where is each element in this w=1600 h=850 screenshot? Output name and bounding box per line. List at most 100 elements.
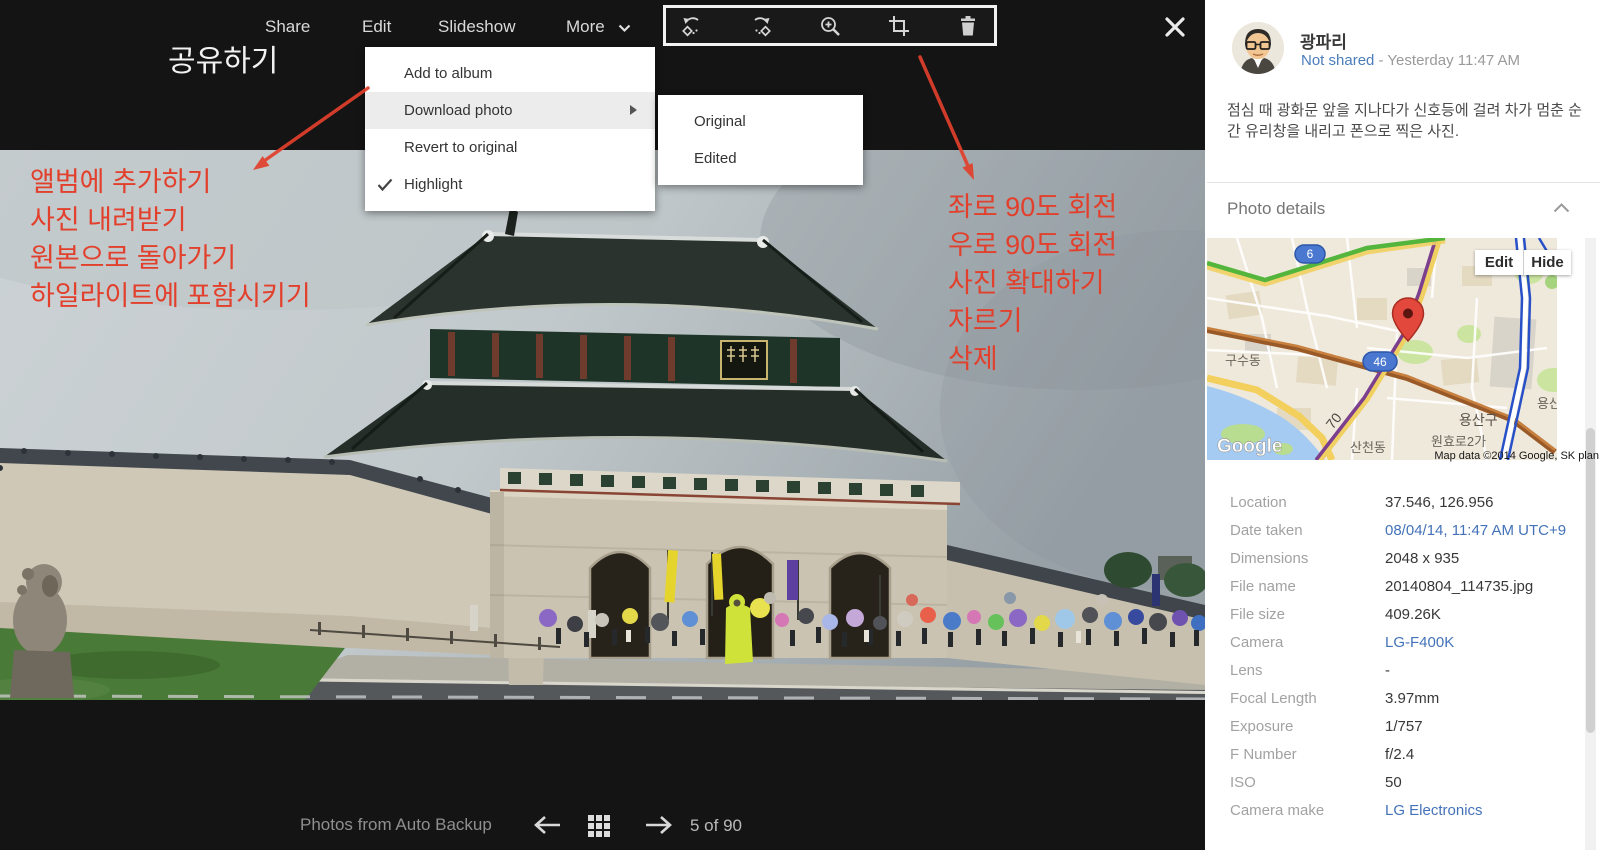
annotation-line: 원본으로 돌아가기 (30, 239, 311, 277)
rotate-right-icon[interactable] (748, 13, 774, 39)
submenu-arrow-icon (630, 105, 637, 115)
menu-item-download-photo[interactable]: Download photo (365, 92, 655, 129)
submenu-item-edited[interactable]: Edited (658, 140, 863, 177)
crop-icon[interactable] (886, 13, 912, 39)
submenu-item-original[interactable]: Original (658, 103, 863, 140)
avatar[interactable] (1232, 22, 1284, 74)
chevron-down-icon (618, 24, 631, 33)
annotation-line: 앨범에 추가하기 (30, 163, 311, 201)
close-icon[interactable] (1163, 15, 1187, 39)
menu-item-label: Highlight (404, 176, 462, 193)
detail-label: Location (1230, 493, 1385, 512)
annotation-left-list: 앨범에 추가하기 사진 내려받기 원본으로 돌아가기 하일라이트에 포함시키기 (30, 163, 311, 315)
menu-item-highlight[interactable]: Highlight (365, 166, 655, 203)
annotation-share-korean: 공유하기 (168, 36, 278, 80)
detail-label: Exposure (1230, 717, 1385, 736)
detail-label: Date taken (1230, 521, 1385, 540)
timestamp: - Yesterday 11:47 AM (1374, 52, 1520, 69)
next-photo-icon[interactable] (641, 813, 675, 837)
annotation-line: 삭제 (948, 340, 1117, 378)
user-name[interactable]: 광파리 (1300, 28, 1347, 53)
detail-row-dimensions: Dimensions 2048 x 935 (1230, 549, 1585, 568)
detail-value: 20140804_114735.jpg (1385, 577, 1585, 596)
annotation-line: 사진 내려받기 (30, 201, 311, 239)
route-badge-46-label: 46 (1373, 355, 1387, 369)
detail-value-link[interactable]: LG-F400K (1385, 633, 1585, 652)
detail-row-date-taken: Date taken 08/04/14, 11:47 AM UTC+9 (1230, 521, 1585, 540)
divider (1207, 182, 1600, 183)
detail-row-camera-make: Camera make LG Electronics (1230, 801, 1585, 820)
annotation-line: 자르기 (948, 302, 1117, 340)
google-logo: Google (1217, 436, 1282, 457)
map-edit-button[interactable]: Edit (1475, 250, 1523, 275)
menu-share[interactable]: Share (265, 17, 310, 37)
collapse-chevron-up-icon[interactable] (1553, 203, 1570, 213)
map-label-yongsan-gu: 용산구 (1459, 412, 1498, 428)
menu-item-add-to-album[interactable]: Add to album (365, 55, 655, 92)
delete-icon[interactable] (955, 13, 981, 39)
detail-row-file-name: File name 20140804_114735.jpg (1230, 577, 1585, 596)
detail-value-link[interactable]: LG Electronics (1385, 801, 1585, 820)
photo-details-title: Photo details (1227, 199, 1325, 219)
detail-value: 37.546, 126.956 (1385, 493, 1585, 512)
photo-viewer-screen: Share Edit Slideshow More (0, 0, 1600, 850)
detail-value: 50 (1385, 773, 1585, 792)
detail-label: Camera make (1230, 801, 1385, 820)
detail-value-link[interactable]: 08/04/14, 11:47 AM UTC+9 (1385, 521, 1585, 540)
annotation-line: 하일라이트에 포함시키기 (30, 277, 311, 315)
detail-row-camera: Camera LG-F400K (1230, 633, 1585, 652)
map-label-gusu-dong: 구수동 (1225, 353, 1261, 368)
annotation-line: 사진 확대하기 (948, 264, 1117, 302)
menu-item-revert-to-original[interactable]: Revert to original (365, 129, 655, 166)
rotate-left-icon[interactable] (679, 13, 705, 39)
menu-edit[interactable]: Edit (362, 17, 391, 37)
detail-row-lens: Lens - (1230, 661, 1585, 680)
share-status: Not shared (1301, 52, 1374, 69)
detail-value: 409.26K (1385, 605, 1585, 624)
photo-viewer: Share Edit Slideshow More (0, 0, 1205, 850)
map-buttons: Edit Hide (1475, 250, 1571, 275)
detail-label: File size (1230, 605, 1385, 624)
detail-value: f/2.4 (1385, 745, 1585, 764)
annotation-line: 우로 90도 회전 (948, 226, 1117, 264)
map-label-sancheon-dong: 산천동 (1350, 440, 1386, 455)
detail-row-location: Location 37.546, 126.956 (1230, 493, 1585, 512)
zoom-in-icon[interactable] (817, 13, 843, 39)
photo-description: 점심 때 광화문 앞을 지나다가 신호등에 걸려 차가 멈춘 순간 유리창을 내… (1227, 100, 1585, 142)
detail-label: Lens (1230, 661, 1385, 680)
detail-row-iso: ISO 50 (1230, 773, 1585, 792)
detail-value: 3.97mm (1385, 689, 1585, 708)
map-label-wonhyoro-2ga: 원효로2가 (1431, 434, 1486, 449)
detail-label: F Number (1230, 745, 1385, 764)
photo-counter: 5 of 90 (690, 816, 742, 836)
detail-row-focal-length: Focal Length 3.97mm (1230, 689, 1585, 708)
download-submenu: Original Edited (658, 95, 863, 185)
checkmark-icon (377, 178, 393, 191)
detail-row-f-number: F Number f/2.4 (1230, 745, 1585, 764)
map-hide-button[interactable]: Hide (1523, 250, 1571, 275)
menu-item-label: Download photo (404, 102, 512, 119)
photo-info-sidebar: 광파리 Not shared - Yesterday 11:47 AM 점심 때… (1205, 0, 1600, 850)
photo-details-list: Location 37.546, 126.956 Date taken 08/0… (1230, 493, 1585, 829)
route-badge-6-label: 6 (1307, 247, 1314, 261)
detail-row-file-size: File size 409.26K (1230, 605, 1585, 624)
detail-value: 1/757 (1385, 717, 1585, 736)
detail-label: File name (1230, 577, 1385, 596)
share-status-line: Not shared - Yesterday 11:47 AM (1301, 52, 1520, 69)
detail-row-exposure: Exposure 1/757 (1230, 717, 1585, 736)
edit-dropdown-menu: Add to album Download photo Revert to or… (365, 47, 655, 211)
annotation-right-list: 좌로 90도 회전 우로 90도 회전 사진 확대하기 자르기 삭제 (948, 188, 1117, 378)
map-label-yongsandong: 용산동1 (1537, 396, 1557, 411)
photo-toolbar (663, 5, 997, 46)
detail-value: 2048 x 935 (1385, 549, 1585, 568)
grid-view-icon[interactable] (586, 813, 612, 839)
detail-value: - (1385, 661, 1585, 680)
previous-photo-icon[interactable] (531, 813, 565, 837)
menu-slideshow[interactable]: Slideshow (438, 17, 516, 37)
album-title: Photos from Auto Backup (300, 815, 492, 835)
scrollbar-thumb[interactable] (1586, 428, 1595, 733)
detail-label: ISO (1230, 773, 1385, 792)
detail-label: Dimensions (1230, 549, 1385, 568)
map-attribution: Map data ©2014 Google, SK plan (1434, 450, 1599, 462)
menu-more[interactable]: More (566, 17, 605, 37)
